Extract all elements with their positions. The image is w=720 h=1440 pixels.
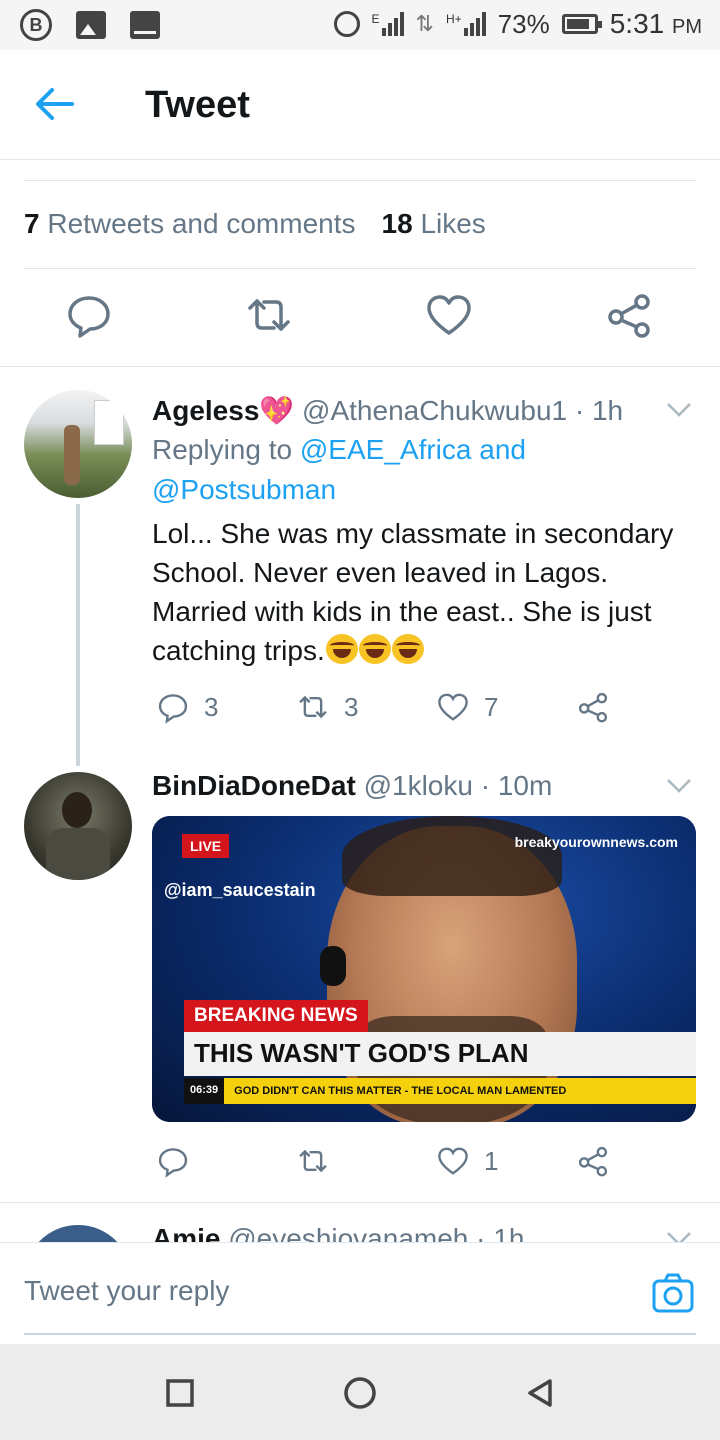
share-button[interactable] — [576, 1144, 610, 1178]
share-icon[interactable] — [604, 290, 654, 340]
retweet-icon[interactable] — [296, 690, 330, 724]
share-icon[interactable] — [576, 1144, 610, 1178]
laughing-emoji-icon — [358, 634, 391, 664]
signal-1-icon: E — [372, 12, 404, 36]
reply-header: Ageless💖 @AthenaChukwubu1 · 1h — [152, 394, 623, 427]
data-transfer-icon: ⇅ — [415, 11, 434, 36]
timestamp: · 1h — [574, 395, 624, 426]
chevron-down-icon[interactable] — [666, 1231, 692, 1242]
media-image[interactable]: LIVE breakyourownnews.com @iam_saucestai… — [152, 816, 696, 1122]
image-icon — [76, 11, 106, 39]
handle[interactable]: @AthenaChukwubu1 — [302, 395, 567, 426]
clock: 5:31 PM — [609, 8, 702, 39]
reply-actions: 1 — [152, 1144, 672, 1184]
compose-bar: Tweet your reply — [0, 1242, 720, 1346]
thread-line — [76, 504, 80, 766]
battery-percent: 73% — [497, 8, 550, 39]
chevron-down-icon[interactable] — [666, 402, 692, 418]
status-bar: B E ⇅ H+ 73% 5:31 PM — [0, 0, 720, 50]
mention-link[interactable]: @EAE_Africa — [300, 434, 472, 465]
avatar[interactable] — [24, 772, 132, 880]
activity-icon — [130, 11, 160, 39]
like-button[interactable]: 1 — [436, 1144, 498, 1178]
heart-icon[interactable] — [436, 1144, 470, 1178]
display-name[interactable]: BinDiaDoneDat — [152, 770, 356, 801]
laughing-emoji-icon — [325, 634, 358, 664]
display-name[interactable]: Amie — [152, 1223, 220, 1242]
reply-icon[interactable] — [64, 290, 114, 340]
sync-icon — [333, 11, 360, 37]
likes-stat[interactable]: 18 Likes — [382, 208, 486, 240]
avatar[interactable] — [24, 390, 132, 498]
tweet-actions — [0, 290, 720, 350]
display-name[interactable]: Ageless💖 — [152, 395, 294, 426]
reply-icon[interactable] — [156, 690, 190, 724]
signal-2-icon: H+ — [446, 12, 486, 36]
reply-button[interactable] — [156, 1144, 190, 1178]
heart-icon[interactable] — [424, 290, 474, 340]
news-ticker: 06:39 GOD DIDN'T CAN THIS MATTER - THE L… — [184, 1078, 696, 1104]
reply-header: Amie @eyeshiovanameh · 1h — [152, 1223, 524, 1242]
divider — [24, 180, 696, 181]
retweet-icon[interactable] — [296, 1144, 330, 1178]
reply-actions: 3 3 7 — [152, 690, 672, 730]
back-arrow-icon[interactable] — [34, 86, 74, 122]
back-icon[interactable] — [525, 1378, 555, 1408]
reply-button[interactable]: 3 — [156, 690, 218, 724]
share-icon[interactable] — [576, 690, 610, 724]
camera-icon[interactable] — [652, 1273, 694, 1313]
app-b-icon: B — [20, 9, 52, 41]
news-headline: THIS WASN'T GOD'S PLAN — [184, 1032, 696, 1076]
heart-icon[interactable] — [436, 690, 470, 724]
breaking-news-label: BREAKING NEWS — [184, 1000, 368, 1032]
news-handle: @iam_saucestain — [164, 880, 316, 900]
app-header: Tweet — [0, 50, 720, 160]
like-button[interactable]: 7 — [436, 690, 498, 724]
handle[interactable]: @1kloku — [364, 770, 473, 801]
avatar[interactable] — [24, 1225, 132, 1242]
live-badge: LIVE — [182, 834, 230, 858]
reply-icon[interactable] — [156, 1144, 190, 1178]
page-title: Tweet — [145, 84, 250, 126]
retweets-stat[interactable]: 7 Retweets and comments — [24, 208, 356, 240]
recents-icon[interactable] — [165, 1378, 195, 1408]
retweet-button[interactable] — [296, 1144, 330, 1178]
chevron-down-icon[interactable] — [666, 778, 692, 794]
laughing-emoji-icon — [391, 634, 424, 664]
timestamp: · 1h — [476, 1223, 525, 1242]
retweet-button[interactable]: 3 — [296, 690, 358, 724]
divider — [0, 366, 720, 367]
tweet-stats: 7 Retweets and comments 18 Likes — [24, 208, 486, 240]
battery-icon — [561, 14, 602, 34]
reply-body: Lol... She was my classmate in secondary… — [152, 518, 674, 666]
timestamp: · 10m — [480, 770, 553, 801]
retweet-icon[interactable] — [244, 290, 294, 340]
mention-link[interactable]: @Postsubman — [152, 474, 336, 505]
reply-header: BinDiaDoneDat @1kloku · 10m — [152, 770, 552, 802]
reply-3[interactable]: Amie @eyeshiovanameh · 1h — [0, 1203, 720, 1242]
share-button[interactable] — [576, 690, 610, 724]
news-site: breakyourownnews.com — [514, 834, 678, 850]
divider — [24, 268, 696, 269]
handle[interactable]: @eyeshiovanameh — [228, 1223, 468, 1242]
system-nav-bar — [0, 1344, 720, 1440]
replying-to: Replying to @EAE_Africa and @Postsubman — [152, 434, 526, 505]
home-icon[interactable] — [343, 1376, 377, 1410]
reply-input[interactable]: Tweet your reply — [24, 1275, 229, 1307]
